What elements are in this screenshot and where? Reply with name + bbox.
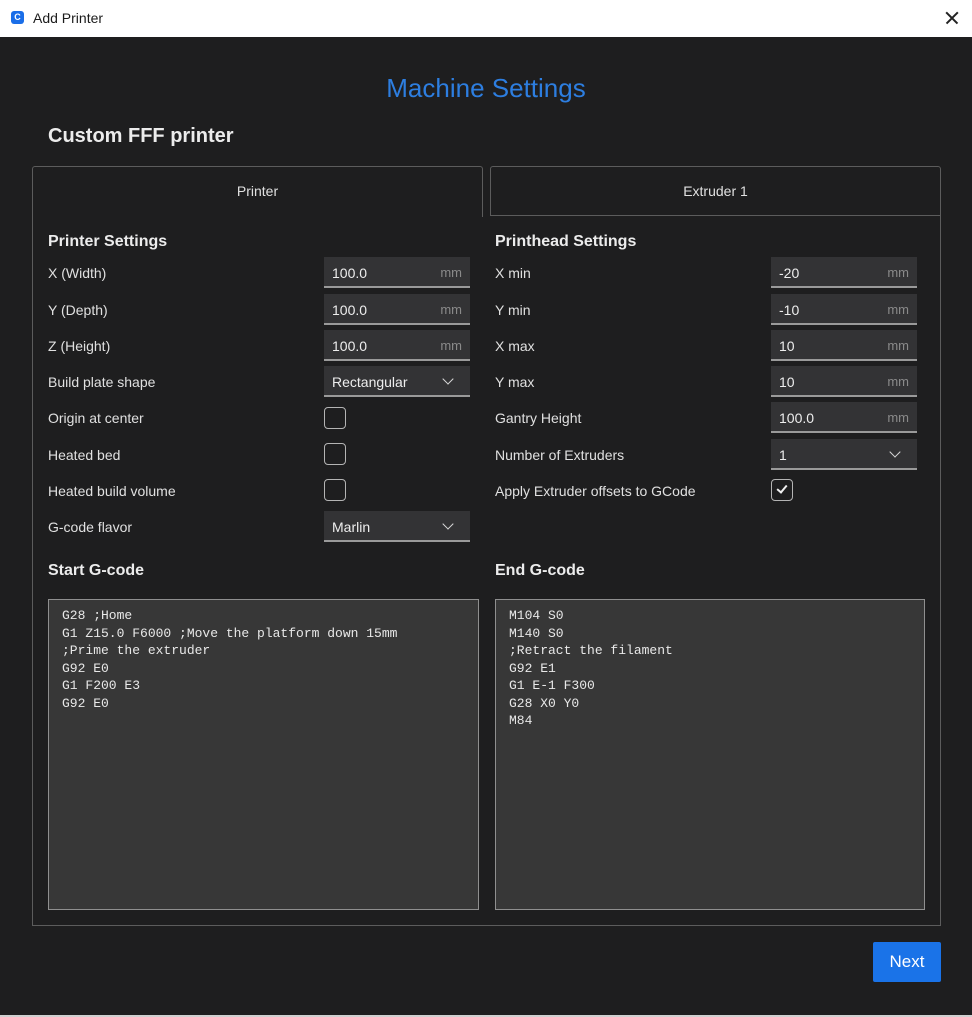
y-min-value: -10	[779, 302, 800, 318]
checkmark-icon	[776, 482, 788, 494]
gcode-line: ;Prime the extruder	[62, 643, 211, 658]
printer-settings-title: Printer Settings	[48, 233, 168, 250]
x-min-value: -20	[779, 265, 800, 281]
page-title: Machine Settings	[386, 73, 586, 103]
gcode-line: G1 E-1 F300	[509, 678, 595, 693]
gcode-line: G1 F200 E3	[62, 678, 141, 693]
y-max-field[interactable]: 10 mm	[771, 366, 917, 397]
tab-extruder-1[interactable]: Extruder 1	[490, 166, 941, 216]
apply-extruder-offsets-label: Apply Extruder offsets to GCode	[495, 483, 696, 499]
number-of-extruders-select[interactable]: 1	[771, 439, 917, 470]
x-min-unit: mm	[887, 265, 909, 280]
add-printer-dialog: Machine Settings Custom FFF printer Prin…	[0, 37, 972, 1015]
window-title: Add Printer	[33, 10, 104, 26]
window-titlebar: C Add Printer	[0, 0, 972, 37]
gcode-line: M84	[509, 713, 533, 728]
gcode-line: G1 Z15.0 F6000 ;Move the platform down 1…	[62, 625, 398, 641]
origin-at-center-checkbox[interactable]	[324, 407, 346, 429]
y-depth-label: Y (Depth)	[48, 302, 108, 318]
x-max-unit: mm	[887, 338, 909, 353]
x-max-value: 10	[779, 338, 795, 354]
gantry-height-value: 100.0	[779, 410, 815, 426]
start-gcode-title: Start G-code	[48, 562, 145, 579]
x-width-label: X (Width)	[48, 265, 107, 281]
end-gcode-title: End G-code	[495, 562, 585, 579]
x-width-value: 100.0	[332, 265, 368, 281]
y-depth-value: 100.0	[332, 302, 368, 318]
gcode-line: G92 E0	[62, 695, 109, 711]
chevron-down-icon	[442, 518, 454, 530]
end-gcode-editor[interactable]: M104 S0 M140 S0 ;Retract the filament G92 E…	[495, 599, 925, 910]
heated-bed-label: Heated bed	[48, 447, 121, 463]
number-of-extruders-value: 1	[779, 447, 787, 463]
gantry-height-label: Gantry Height	[495, 410, 582, 426]
y-min-unit: mm	[887, 302, 909, 317]
gcode-line: G28 X0 Y0	[509, 695, 580, 711]
x-max-label: X max	[495, 338, 535, 354]
build-plate-shape-select[interactable]: Rectangular	[324, 366, 470, 397]
gcode-line: G92 E1	[509, 660, 556, 676]
gcode-flavor-label: G-code flavor	[48, 519, 133, 535]
next-button[interactable]: Next	[873, 942, 941, 982]
start-gcode-editor[interactable]: G28 ;Home G1 Z15.0 F6000 ;Move the platfo…	[48, 599, 479, 910]
y-max-label: Y max	[495, 374, 535, 390]
gantry-height-unit: mm	[887, 410, 909, 425]
x-width-unit: mm	[440, 265, 462, 280]
heated-build-volume-checkbox[interactable]	[324, 479, 346, 501]
y-depth-unit: mm	[440, 302, 462, 317]
build-plate-shape-value: Rectangular	[332, 374, 408, 390]
y-depth-field[interactable]: 100.0 mm	[324, 294, 470, 325]
heated-bed-checkbox[interactable]	[324, 443, 346, 465]
z-height-label: Z (Height)	[48, 338, 111, 354]
gcode-line: G92 E0	[62, 660, 109, 676]
x-min-field[interactable]: -20 mm	[771, 257, 917, 288]
chevron-down-icon	[442, 373, 454, 385]
origin-at-center-label: Origin at center	[48, 410, 144, 426]
apply-extruder-offsets-checkbox[interactable]	[771, 479, 793, 501]
gcode-flavor-select[interactable]: Marlin	[324, 511, 470, 542]
x-max-field[interactable]: 10 mm	[771, 330, 917, 361]
gcode-flavor-value: Marlin	[332, 519, 371, 535]
gantry-height-field[interactable]: 100.0 mm	[771, 402, 917, 433]
close-icon[interactable]	[940, 6, 964, 30]
z-height-unit: mm	[440, 338, 462, 353]
y-max-value: 10	[779, 374, 795, 390]
heated-build-volume-label: Heated build volume	[48, 483, 176, 499]
printhead-settings-title: Printhead Settings	[495, 233, 637, 250]
cura-logo-icon: C	[11, 11, 24, 24]
tab-printer[interactable]: Printer	[32, 166, 483, 217]
chevron-down-icon	[889, 446, 901, 458]
y-max-unit: mm	[887, 374, 909, 389]
printer-name: Custom FFF printer	[48, 125, 234, 147]
gcode-line: M104 S0	[509, 608, 564, 623]
x-width-field[interactable]: 100.0 mm	[324, 257, 470, 288]
gcode-line: M140 S0	[509, 625, 564, 641]
y-min-label: Y min	[495, 302, 531, 318]
z-height-field[interactable]: 100.0 mm	[324, 330, 470, 361]
z-height-value: 100.0	[332, 338, 368, 354]
gcode-line: ;Retract the filament	[509, 643, 673, 658]
number-of-extruders-label: Number of Extruders	[495, 447, 625, 463]
x-min-label: X min	[495, 265, 531, 281]
y-min-field[interactable]: -10 mm	[771, 294, 917, 325]
build-plate-shape-label: Build plate shape	[48, 374, 156, 390]
gcode-line: G28 ;Home	[62, 608, 133, 623]
